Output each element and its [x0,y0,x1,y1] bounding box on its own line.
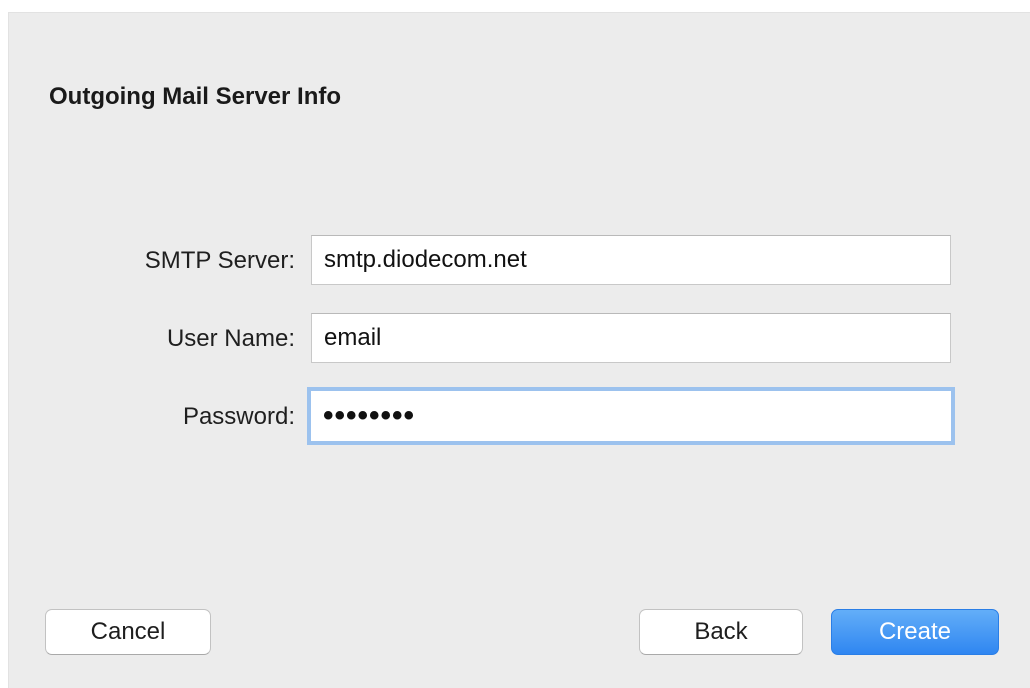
smtp-server-input[interactable] [311,235,951,285]
smtp-server-row: SMTP Server: [9,235,1030,285]
smtp-server-label: SMTP Server: [144,247,295,274]
create-button[interactable]: Create [831,609,999,655]
password-row: Password: [9,387,1030,445]
back-button[interactable]: Back [639,609,803,655]
user-name-label: User Name: [166,325,295,352]
dialog-title: Outgoing Mail Server Info [49,83,342,110]
mail-server-dialog: Outgoing Mail Server Info SMTP Server: U… [8,12,1030,688]
user-name-row: User Name: [9,313,1030,363]
cancel-button[interactable]: Cancel [45,609,211,655]
password-label: Password: [182,403,295,430]
password-input[interactable] [307,387,955,445]
user-name-input[interactable] [311,313,951,363]
